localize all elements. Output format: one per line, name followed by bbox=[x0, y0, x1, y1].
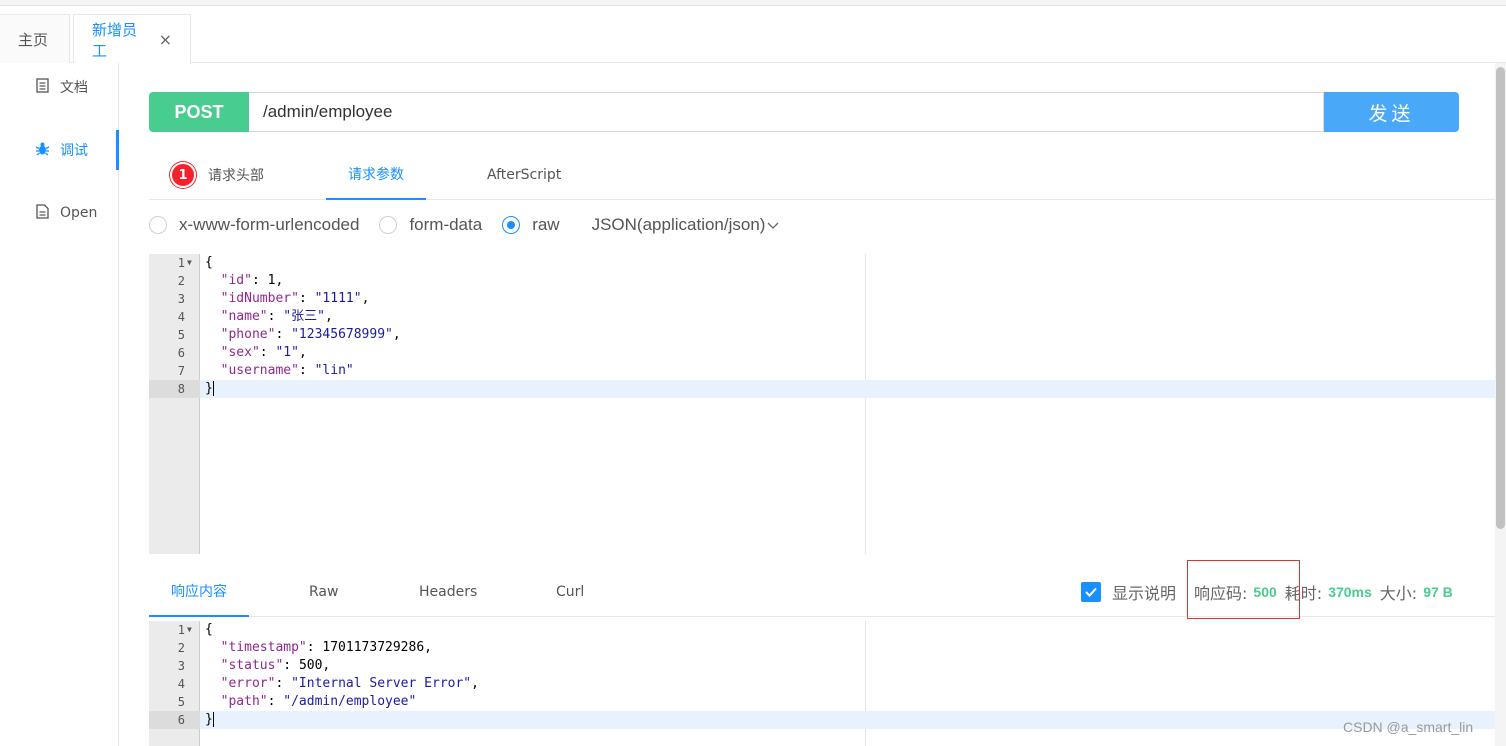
radio-raw[interactable]: raw bbox=[502, 215, 560, 235]
radio-label: form-data bbox=[409, 215, 483, 234]
code-line: 1 ▼{ bbox=[177, 622, 213, 637]
code-line-active: 6} bbox=[149, 711, 1495, 729]
fold-arrow-icon: ▼ bbox=[187, 258, 192, 267]
code-line-active: 8} bbox=[149, 380, 1495, 398]
show-desc-checkbox[interactable] bbox=[1081, 582, 1101, 602]
url-input[interactable]: /admin/employee bbox=[249, 92, 1324, 132]
content-type-label: JSON(application/json) bbox=[591, 215, 766, 234]
method-select[interactable]: POST bbox=[149, 92, 249, 132]
code-line: 1 ▼{ bbox=[177, 255, 213, 270]
sidebar-item-label: Open bbox=[60, 205, 98, 221]
tab-request-params[interactable]: 请求参数 bbox=[326, 150, 426, 200]
body-type-group: x-www-form-urlencoded form-data raw JSON… bbox=[149, 210, 779, 240]
tab-request-headers[interactable]: 1 请求头部 bbox=[170, 150, 264, 200]
radio-circle bbox=[502, 216, 521, 234]
text-cursor bbox=[212, 381, 214, 396]
response-body-viewer[interactable]: 1 ▼{ 2 "timestamp": 1701173729286, 3 "sta… bbox=[149, 621, 1495, 746]
radio-label: raw bbox=[532, 215, 560, 234]
bug-icon bbox=[34, 141, 50, 160]
page-scrollbar[interactable] bbox=[1495, 63, 1506, 746]
scrollbar-thumb[interactable] bbox=[1496, 67, 1505, 529]
sidebar-item-open[interactable]: Open bbox=[0, 193, 119, 233]
size-value: 97 B bbox=[1423, 584, 1453, 600]
radio-urlencoded[interactable]: x-www-form-urlencoded bbox=[149, 215, 359, 235]
size-label: 大小: bbox=[1379, 584, 1418, 603]
code-line: 6 "sex": "1", bbox=[177, 345, 307, 360]
tab-bar: 主页 新增员工 × bbox=[0, 6, 1506, 64]
code-line: 4 "name": "张三", bbox=[177, 309, 333, 324]
tab-headers[interactable]: Headers bbox=[419, 566, 477, 617]
sidebar-item-debug[interactable]: 调试 bbox=[0, 130, 119, 170]
tab-afterscript[interactable]: AfterScript bbox=[487, 150, 561, 200]
code-line: 3 "status": 500, bbox=[177, 658, 331, 673]
sidebar: 文档 调试 Open bbox=[0, 63, 119, 746]
code-line: 5 "path": "/admin/employee" bbox=[177, 694, 417, 709]
send-button[interactable]: 发送 bbox=[1324, 92, 1459, 132]
content-type-dropdown[interactable]: JSON(application/json) bbox=[592, 215, 780, 235]
chevron-down-icon bbox=[767, 218, 779, 233]
radio-formdata[interactable]: form-data bbox=[379, 215, 482, 235]
close-icon[interactable]: × bbox=[159, 30, 172, 49]
request-body-editor[interactable]: 1 ▼{ 2 "id": 1, 3 "idNumber": "1111", 4 "… bbox=[149, 254, 1495, 554]
radio-label: x-www-form-urlencoded bbox=[179, 215, 360, 234]
request-bar: POST /admin/employee 发送 bbox=[149, 92, 1459, 132]
code-line: 2 "id": 1, bbox=[177, 273, 284, 288]
tab-add-employee[interactable]: 新增员工 × bbox=[73, 14, 191, 64]
show-desc-label: 显示说明 bbox=[1112, 584, 1177, 603]
sidebar-item-doc[interactable]: 文档 bbox=[0, 67, 119, 107]
tab-curl[interactable]: Curl bbox=[556, 566, 584, 617]
text-cursor bbox=[212, 712, 214, 727]
fold-arrow-icon: ▼ bbox=[187, 625, 192, 634]
tab-response-content[interactable]: 响应内容 bbox=[149, 566, 249, 617]
highlight-box bbox=[1187, 560, 1300, 619]
sidebar-item-label: 文档 bbox=[60, 80, 88, 96]
code-line: 5 "phone": "12345678999", bbox=[177, 327, 401, 342]
file-icon bbox=[34, 203, 50, 223]
count-badge: 1 bbox=[170, 162, 196, 188]
tab-home-label: 主页 bbox=[18, 30, 49, 49]
code-line: 7 "username": "lin" bbox=[177, 363, 354, 378]
code-line: 3 "idNumber": "1111", bbox=[177, 291, 370, 306]
tab-home[interactable]: 主页 bbox=[0, 14, 70, 63]
code-line: 2 "timestamp": 1701173729286, bbox=[177, 640, 432, 655]
tab-raw[interactable]: Raw bbox=[309, 566, 338, 617]
tab-label: 请求头部 bbox=[208, 168, 264, 184]
radio-circle bbox=[149, 216, 167, 234]
tab-add-employee-label: 新增员工 bbox=[92, 20, 138, 60]
param-tabs: 1 请求头部 请求参数 AfterScript bbox=[149, 150, 1495, 200]
time-value: 370ms bbox=[1328, 584, 1372, 600]
sidebar-item-label: 调试 bbox=[60, 143, 88, 159]
radio-circle bbox=[379, 216, 398, 234]
code-line: 4 "error": "Internal Server Error", bbox=[177, 676, 479, 691]
document-icon bbox=[34, 77, 50, 97]
watermark: CSDN @a_smart_lin bbox=[1343, 719, 1474, 735]
